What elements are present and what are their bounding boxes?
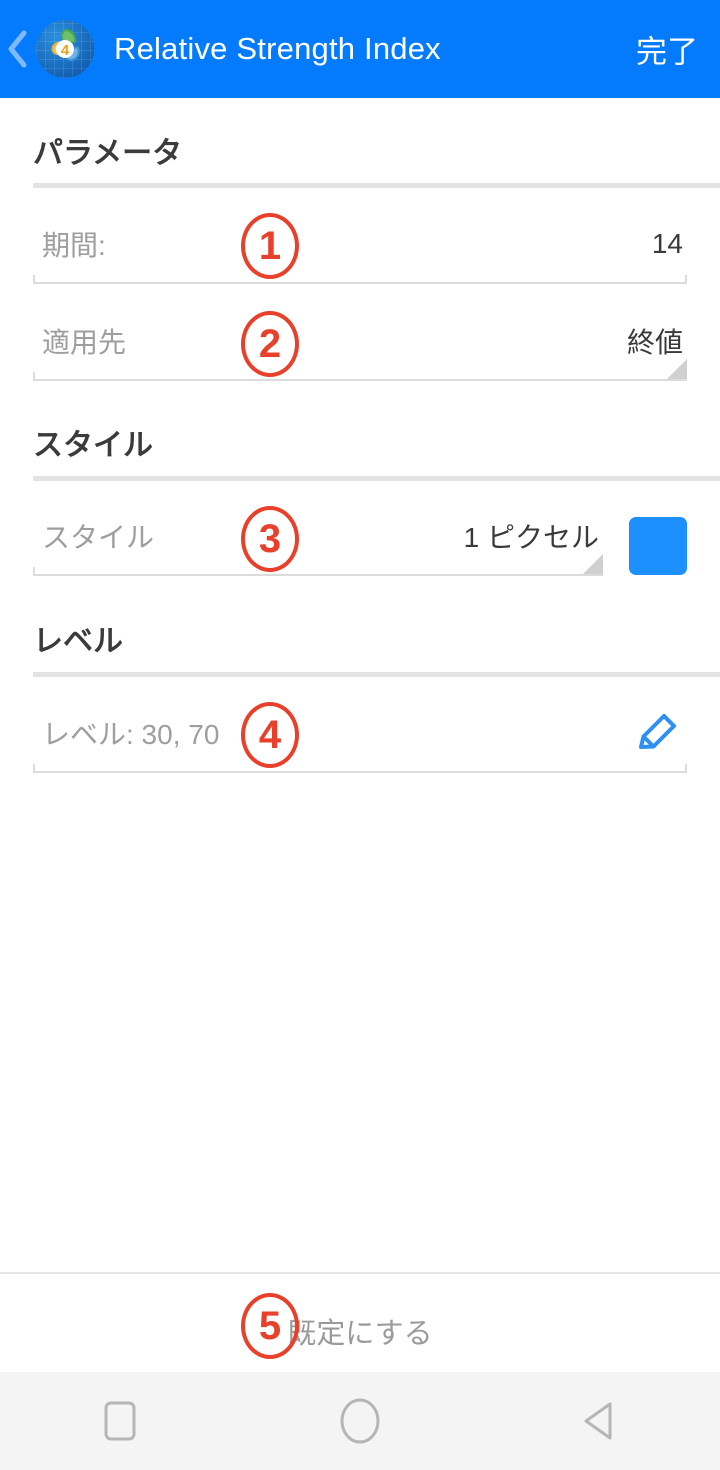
section-title-parameters: パラメータ [33, 137, 183, 170]
home-button[interactable] [290, 1372, 430, 1470]
section-divider-levels [33, 672, 720, 677]
set-default-button[interactable]: 既定にする [0, 1310, 720, 1352]
section-title-levels: レベル [33, 625, 123, 658]
spinner-triangle-icon [583, 554, 603, 574]
apply-to-field[interactable]: 適用先 終値 [33, 301, 687, 381]
field-underline [33, 275, 687, 284]
style-value: 1 ピクセル [463, 522, 599, 553]
field-underline [33, 372, 687, 381]
done-button[interactable]: 完了 [636, 27, 698, 72]
annotation-badge-1: 1 [241, 213, 299, 279]
spinner-triangle-icon [667, 359, 687, 379]
android-navigation-bar [0, 1372, 720, 1470]
square-recents-icon [102, 1399, 138, 1443]
field-underline [33, 764, 687, 773]
annotation-badge-4: 4 [241, 702, 299, 768]
circle-home-icon [338, 1396, 382, 1446]
back-nav-button[interactable] [530, 1372, 670, 1470]
style-field[interactable]: スタイル 1 ピクセル [33, 496, 603, 576]
section-divider-parameters [33, 183, 720, 188]
annotation-badge-2: 2 [241, 311, 299, 377]
section-title-style: スタイル [33, 429, 153, 462]
recents-button[interactable] [50, 1372, 190, 1470]
app-bar: 4 Relative Strength Index 完了 [0, 0, 720, 98]
field-underline [33, 567, 603, 576]
back-button[interactable] [0, 0, 34, 98]
bottom-divider [0, 1272, 720, 1274]
levels-label: レベル: 30, 70 [42, 719, 220, 750]
section-divider-style [33, 476, 720, 481]
apply-to-value: 終値 [626, 327, 683, 358]
period-field[interactable]: 期間: 14 [33, 204, 687, 284]
period-value: 14 [651, 228, 683, 259]
pencil-edit-icon[interactable] [631, 707, 683, 759]
page-title: Relative Strength Index [114, 31, 441, 66]
annotation-badge-3: 3 [241, 506, 299, 572]
style-label: スタイル [42, 522, 155, 553]
triangle-back-icon [578, 1398, 622, 1444]
period-label: 期間: [42, 230, 106, 261]
annotation-badge-5: 5 [241, 1293, 299, 1359]
settings-content: パラメータ 期間: 14 適用先 終値 スタイル スタイル 1 ピクセル レベル… [0, 98, 720, 1372]
color-swatch[interactable] [629, 517, 687, 575]
svg-text:4: 4 [61, 42, 70, 59]
metatrader4-app-icon: 4 [36, 20, 94, 78]
apply-to-label: 適用先 [42, 327, 127, 358]
chevron-left-icon [6, 29, 28, 69]
levels-field[interactable]: レベル: 30, 70 [33, 693, 687, 773]
